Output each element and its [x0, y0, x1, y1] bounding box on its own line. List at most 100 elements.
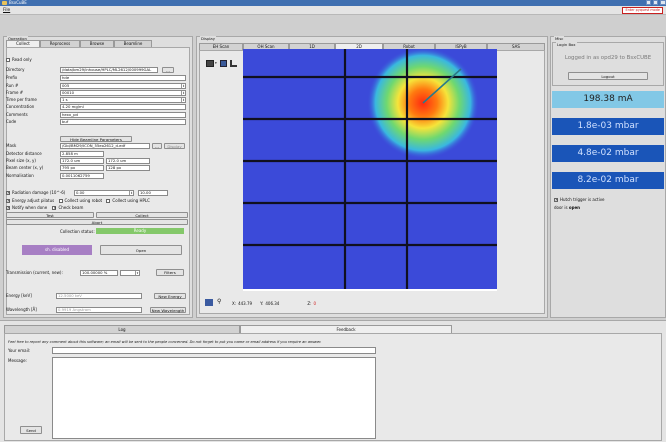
z-value: 0 [313, 301, 316, 306]
wavelength-input[interactable]: 0.9919 Angstrom [56, 307, 142, 313]
spinner-icon[interactable]: ⇕ [181, 98, 185, 102]
transmission-input[interactable]: 100.00000 % [80, 270, 118, 276]
field-label: Time per frame [6, 97, 37, 102]
detector-distance-input[interactable]: 2.858 m [60, 151, 104, 157]
field-label: Concentration [6, 104, 35, 109]
shutter-status: sh. disabled [22, 245, 92, 255]
test-button[interactable]: Test [6, 212, 94, 218]
transmission-label: Transmission (current, new): [6, 270, 63, 275]
collect-robot-checkbox[interactable] [58, 199, 63, 203]
directory-browse-button[interactable]: ... [162, 67, 174, 73]
abort-button[interactable]: Abort [6, 219, 188, 225]
check-beam-checkbox[interactable]: ✕ [52, 206, 57, 210]
shutter-open-button[interactable]: Open [100, 245, 182, 255]
pixel-y-input[interactable]: 172.0 um [106, 158, 150, 164]
field-label: Code [6, 119, 17, 124]
close-button[interactable] [660, 0, 666, 5]
mask-browse-button[interactable]: ... [152, 143, 162, 149]
tab-reprocess[interactable]: Reprocess [40, 40, 80, 47]
new-wavelength-button[interactable]: New Wavelength [150, 307, 186, 313]
beam-y-input[interactable]: 128 px [106, 165, 150, 171]
spinner-icon[interactable]: ⇕ [181, 91, 185, 95]
chevron-down-icon: ▾ [135, 271, 139, 275]
chevron-down-icon[interactable]: ▾ [215, 61, 217, 65]
field-value: 00010 [62, 90, 75, 95]
door-status: door is open [554, 205, 580, 210]
login-box-title: Login Box [556, 42, 577, 47]
minimize-button[interactable] [646, 0, 651, 5]
save-icon[interactable] [219, 59, 227, 67]
menu-file[interactable]: File [3, 8, 10, 13]
histogram-icon[interactable] [229, 59, 237, 67]
read-only-checkbox[interactable] [6, 58, 10, 62]
x-label: X: [232, 301, 237, 306]
message-textarea[interactable] [52, 357, 376, 439]
field-label: Run # [6, 83, 19, 88]
field-input[interactable]: 4.20 mg/ml [60, 104, 186, 110]
pixel-x-input[interactable]: 172.0 um [60, 158, 104, 164]
collection-status-badge: Ready [96, 228, 184, 234]
transmission-new-select[interactable]: ▾ [120, 270, 140, 276]
mask-row: Mask /Gbl/BM29/ICON_55eo2612_d.edf ... D… [6, 143, 186, 149]
tab-feedback[interactable]: Feedback [240, 325, 452, 333]
scattering-spot [367, 49, 479, 159]
magnifier-icon[interactable]: ⚲ [217, 298, 221, 305]
energy-input[interactable]: 12.5000 keV [56, 293, 142, 299]
field-row: Concentration 4.20 mg/ml [6, 104, 186, 110]
radiation-a-input[interactable]: 0.00 ⇕ [74, 190, 134, 196]
notify-done-checkbox[interactable]: ✕ [6, 206, 10, 210]
field-value: 005 [62, 83, 70, 88]
collect-hplc-checkbox[interactable] [106, 199, 111, 203]
field-row: Code buf [6, 119, 186, 125]
detector-distance-label: Detector distance [6, 151, 42, 156]
logout-button[interactable]: Logout [568, 72, 648, 80]
normalisation-input[interactable]: 0.0011062759 [60, 173, 104, 179]
stats-icon[interactable] [205, 299, 213, 306]
collect-button[interactable]: Collect [96, 212, 188, 218]
mask-display-button[interactable]: Display [164, 143, 185, 149]
field-label: Comments [6, 112, 28, 117]
palette-icon[interactable] [206, 59, 214, 67]
tab-log[interactable]: Log [4, 325, 240, 333]
radiation-b-input[interactable]: 10.00 [138, 190, 168, 196]
mask-input[interactable]: /Gbl/BM29/ICON_55eo2612_d.edf [60, 143, 150, 149]
notify-done-label: Notify when done [12, 205, 48, 210]
enter-mode-badge[interactable]: Enter pyquest mode [622, 7, 663, 14]
energy-pilatus-checkbox[interactable]: ✕ [6, 199, 10, 203]
hide-beamline-params-button[interactable]: Hide Beamline Parameters [60, 136, 132, 142]
hutch-trigger-checkbox[interactable]: ✕ [554, 198, 558, 202]
beam-x-input[interactable]: 795 px [60, 165, 104, 171]
email-input[interactable] [52, 347, 376, 354]
field-row: Comments hexx_pd [6, 112, 186, 118]
energy-row: Energy [keV] 12.5000 keV New Energy [6, 293, 186, 299]
radiation-a-spinner[interactable]: ⇕ [129, 191, 133, 195]
tab-eh-scan[interactable]: EH Scan [199, 43, 243, 50]
field-row: Frame # 00010 ⇕ [6, 90, 186, 96]
field-value: hde [62, 75, 70, 80]
detector-image[interactable] [243, 49, 497, 289]
radiation-damage-checkbox[interactable]: ✕ [6, 191, 10, 195]
image-bottom-margin [243, 289, 497, 291]
field-input[interactable]: hexx_pd [60, 112, 186, 118]
spinner-icon[interactable]: ⇕ [181, 84, 185, 88]
new-energy-button[interactable]: New Energy [154, 293, 186, 299]
field-input[interactable]: 00010 ⇕ [60, 90, 186, 96]
radiation-a-value: 0.00 [76, 190, 85, 195]
field-input[interactable]: 005 ⇕ [60, 83, 186, 89]
pixel-size-row: Pixel size (x, y) 172.0 um 172.0 um [6, 158, 186, 164]
check-beam-label: Check beam [58, 205, 84, 210]
tab-browse[interactable]: Browse [80, 40, 114, 47]
normalisation-row: Normalisation 0.0011062759 [6, 173, 186, 179]
field-input[interactable]: buf [60, 119, 186, 125]
maximize-button[interactable] [653, 0, 658, 5]
field-input[interactable]: hde [60, 75, 186, 81]
filters-button[interactable]: Filters [156, 269, 184, 276]
feedback-info: Feel free to report any comment about th… [8, 340, 322, 344]
send-button[interactable]: Send [20, 426, 42, 434]
field-input[interactable]: 1 s ⇕ [60, 97, 186, 103]
vacuum-gauge-2: 4.8e-02 mbar [552, 145, 664, 162]
field-input[interactable]: /data/bm29/inhouse/HPLC/ML2612/000999GAL [60, 67, 158, 73]
tab-collect[interactable]: Collect [6, 40, 40, 47]
message-label: Message: [8, 358, 27, 363]
tab-beamline[interactable]: Beamline [114, 40, 152, 47]
